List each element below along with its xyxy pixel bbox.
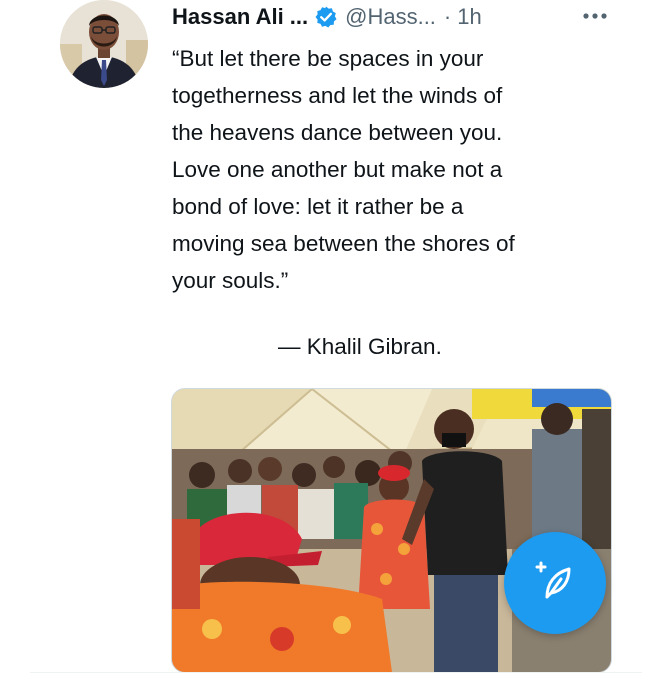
tweet-timestamp[interactable]: 1h — [457, 4, 481, 30]
tweet-divider — [30, 672, 642, 673]
tweet-text-line: “But let there be spaces in your — [172, 46, 484, 71]
tweet-text-line: the heavens dance between you. — [172, 120, 503, 145]
tweet-text-line: your souls.” — [172, 268, 289, 293]
avatar[interactable] — [60, 0, 148, 88]
tweet-text-line: bond of love: let it rather be a — [172, 194, 464, 219]
quote-attribution: — Khalil Gibran. — [278, 334, 442, 359]
tweet-text-line: Love one another but make not a — [172, 157, 503, 182]
tweet-text-line: togetherness and let the winds of — [172, 83, 503, 108]
tweet-header: Hassan Ali ... @Hass... · 1h — [172, 2, 482, 32]
tweet-text: “But let there be spaces in your togethe… — [172, 40, 612, 299]
author-handle[interactable]: @Hass... — [345, 4, 436, 30]
verified-badge-icon — [314, 5, 338, 29]
tweet-text-line: moving sea between the shores of — [172, 231, 515, 256]
avatar-image — [60, 0, 148, 88]
header-separator: · — [443, 4, 452, 29]
author-name[interactable]: Hassan Ali ... — [172, 4, 308, 30]
tweet: Hassan Ali ... @Hass... · 1h “But let th… — [0, 0, 672, 681]
compose-tweet-icon — [533, 559, 577, 608]
compose-tweet-button[interactable] — [504, 532, 606, 634]
more-options-icon[interactable] — [580, 4, 610, 28]
